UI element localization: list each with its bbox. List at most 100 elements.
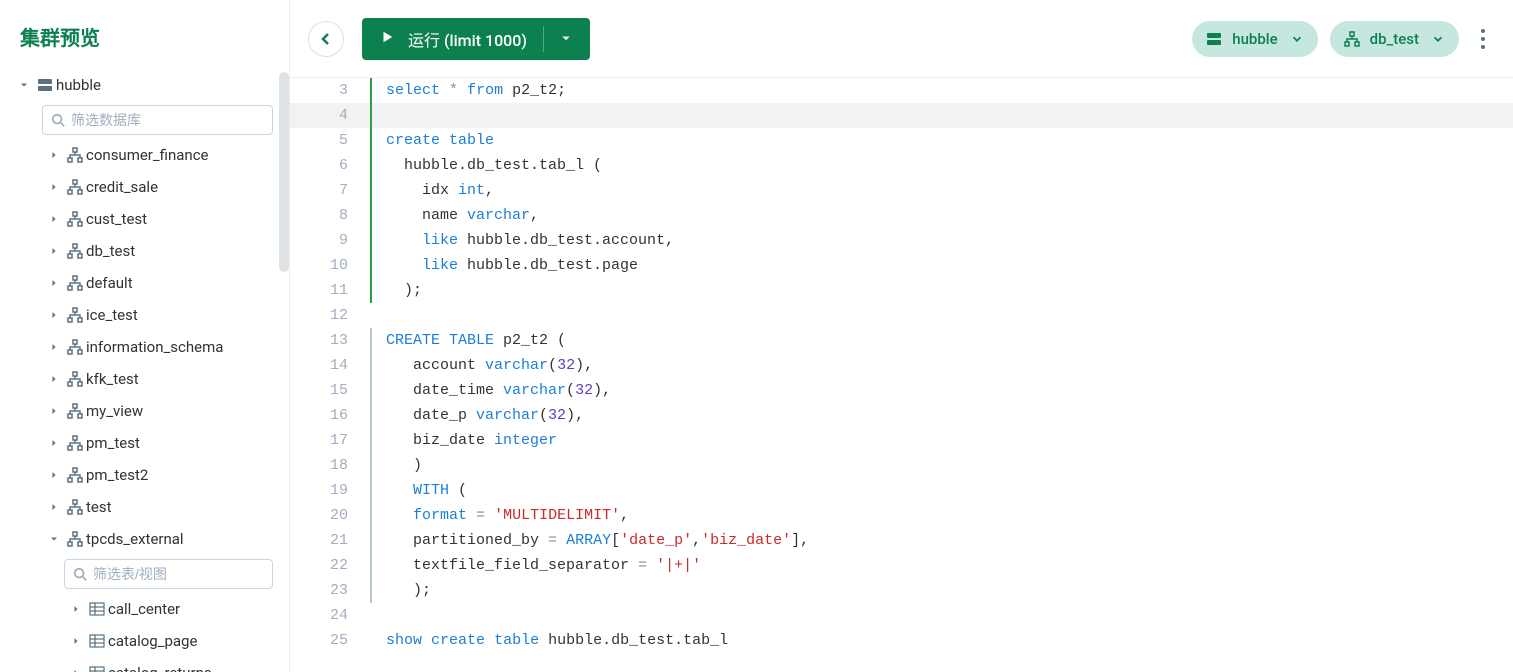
- code-line[interactable]: 20 format = 'MULTIDELIMIT',: [290, 503, 1513, 528]
- code-line[interactable]: 13CREATE TABLE p2_t2 (: [290, 328, 1513, 353]
- code-content: ): [374, 453, 422, 478]
- line-number: 21: [290, 528, 370, 553]
- line-number: 17: [290, 428, 370, 453]
- table-icon: [86, 601, 108, 617]
- sql-editor[interactable]: 3select * from p2_t2;45create table6 hub…: [290, 78, 1513, 672]
- code-line[interactable]: 21 partitioned_by = ARRAY['date_p','biz_…: [290, 528, 1513, 553]
- back-button[interactable]: [308, 21, 344, 57]
- search-icon: [73, 567, 87, 581]
- schema-icon: [64, 403, 86, 419]
- database-node[interactable]: test: [8, 491, 281, 523]
- code-content: create table: [374, 128, 494, 153]
- code-line[interactable]: 4: [290, 103, 1513, 128]
- server-icon: [1206, 31, 1222, 47]
- chevron-right-icon: [66, 635, 86, 647]
- chevron-right-icon: [44, 277, 64, 289]
- tree-root-node[interactable]: hubble: [8, 69, 281, 101]
- database-filter-input[interactable]: [71, 112, 264, 128]
- code-line[interactable]: 6 hubble.db_test.tab_l (: [290, 153, 1513, 178]
- code-line[interactable]: 19 WITH (: [290, 478, 1513, 503]
- chevron-right-icon: [44, 373, 64, 385]
- table-node[interactable]: catalog_returns: [8, 657, 281, 672]
- code-line[interactable]: 12: [290, 303, 1513, 328]
- database-node[interactable]: my_view: [8, 395, 281, 427]
- table-filter[interactable]: [64, 559, 273, 589]
- code-content: );: [374, 278, 422, 303]
- code-line[interactable]: 5create table: [290, 128, 1513, 153]
- database-label: kfk_test: [86, 370, 139, 388]
- code-line[interactable]: 9 like hubble.db_test.account,: [290, 228, 1513, 253]
- chevron-down-icon: [1290, 32, 1304, 46]
- database-selector[interactable]: db_test: [1330, 21, 1459, 57]
- chevron-down-icon: [1431, 32, 1445, 46]
- cluster-selector[interactable]: hubble: [1192, 21, 1317, 57]
- database-node[interactable]: consumer_finance: [8, 139, 281, 171]
- code-content: idx int,: [374, 178, 494, 203]
- code-line[interactable]: 11 );: [290, 278, 1513, 303]
- code-content: [374, 103, 386, 128]
- chevron-down-icon: [14, 79, 34, 91]
- table-label: catalog_page: [108, 632, 197, 650]
- database-node-expanded[interactable]: tpcds_external: [8, 523, 281, 555]
- database-node[interactable]: default: [8, 267, 281, 299]
- code-line[interactable]: 17 biz_date integer: [290, 428, 1513, 453]
- database-node[interactable]: kfk_test: [8, 363, 281, 395]
- table-node[interactable]: call_center: [8, 593, 281, 625]
- database-node[interactable]: db_test: [8, 235, 281, 267]
- database-label: my_view: [86, 402, 143, 420]
- code-content: account varchar(32),: [374, 353, 593, 378]
- database-node[interactable]: ice_test: [8, 299, 281, 331]
- code-content: CREATE TABLE p2_t2 (: [374, 328, 566, 353]
- code-line[interactable]: 24: [290, 603, 1513, 628]
- line-number: 6: [290, 153, 370, 178]
- database-node[interactable]: pm_test: [8, 427, 281, 459]
- sidebar-title: 集群预览: [0, 0, 289, 69]
- code-line[interactable]: 8 name varchar,: [290, 203, 1513, 228]
- table-filter-wrap: [8, 555, 281, 593]
- database-label: consumer_finance: [86, 146, 209, 164]
- run-button[interactable]: 运行 (limit 1000): [362, 18, 590, 60]
- schema-icon: [64, 243, 86, 259]
- code-line[interactable]: 14 account varchar(32),: [290, 353, 1513, 378]
- code-content: );: [374, 578, 431, 603]
- code-line[interactable]: 25show create table hubble.db_test.tab_l: [290, 628, 1513, 653]
- code-content: [374, 603, 386, 628]
- code-line[interactable]: 23 );: [290, 578, 1513, 603]
- database-node[interactable]: cust_test: [8, 203, 281, 235]
- table-filter-input[interactable]: [93, 566, 264, 582]
- code-line[interactable]: 15 date_time varchar(32),: [290, 378, 1513, 403]
- dot-icon: [1481, 37, 1485, 41]
- code-line[interactable]: 7 idx int,: [290, 178, 1513, 203]
- chevron-right-icon: [66, 667, 86, 672]
- code-line[interactable]: 3select * from p2_t2;: [290, 78, 1513, 103]
- code-content: WITH (: [374, 478, 467, 503]
- chevron-right-icon: [44, 213, 64, 225]
- table-node[interactable]: catalog_page: [8, 625, 281, 657]
- chevron-right-icon: [44, 149, 64, 161]
- table-label: call_center: [108, 600, 180, 618]
- code-content: biz_date integer: [374, 428, 557, 453]
- chevron-down-icon[interactable]: [560, 29, 572, 48]
- database-node[interactable]: credit_sale: [8, 171, 281, 203]
- server-icon: [34, 77, 56, 93]
- chevron-right-icon: [44, 469, 64, 481]
- dot-icon: [1481, 29, 1485, 33]
- line-number: 15: [290, 378, 370, 403]
- schema-icon: [64, 147, 86, 163]
- line-number: 24: [290, 603, 370, 628]
- run-button-label: 运行 (limit 1000): [408, 27, 527, 51]
- more-menu-button[interactable]: [1471, 23, 1495, 55]
- schema-icon: [64, 435, 86, 451]
- code-line[interactable]: 16 date_p varchar(32),: [290, 403, 1513, 428]
- schema-icon: [1344, 31, 1360, 47]
- database-node[interactable]: information_schema: [8, 331, 281, 363]
- database-label: db_test: [86, 242, 135, 260]
- code-line[interactable]: 10 like hubble.db_test.page: [290, 253, 1513, 278]
- code-line[interactable]: 18 ): [290, 453, 1513, 478]
- database-filter[interactable]: [42, 105, 273, 135]
- scrollbar[interactable]: [279, 72, 289, 272]
- tree-root-label: hubble: [56, 76, 101, 94]
- database-label: pm_test2: [86, 466, 148, 484]
- code-line[interactable]: 22 textfile_field_separator = '|+|': [290, 553, 1513, 578]
- database-node[interactable]: pm_test2: [8, 459, 281, 491]
